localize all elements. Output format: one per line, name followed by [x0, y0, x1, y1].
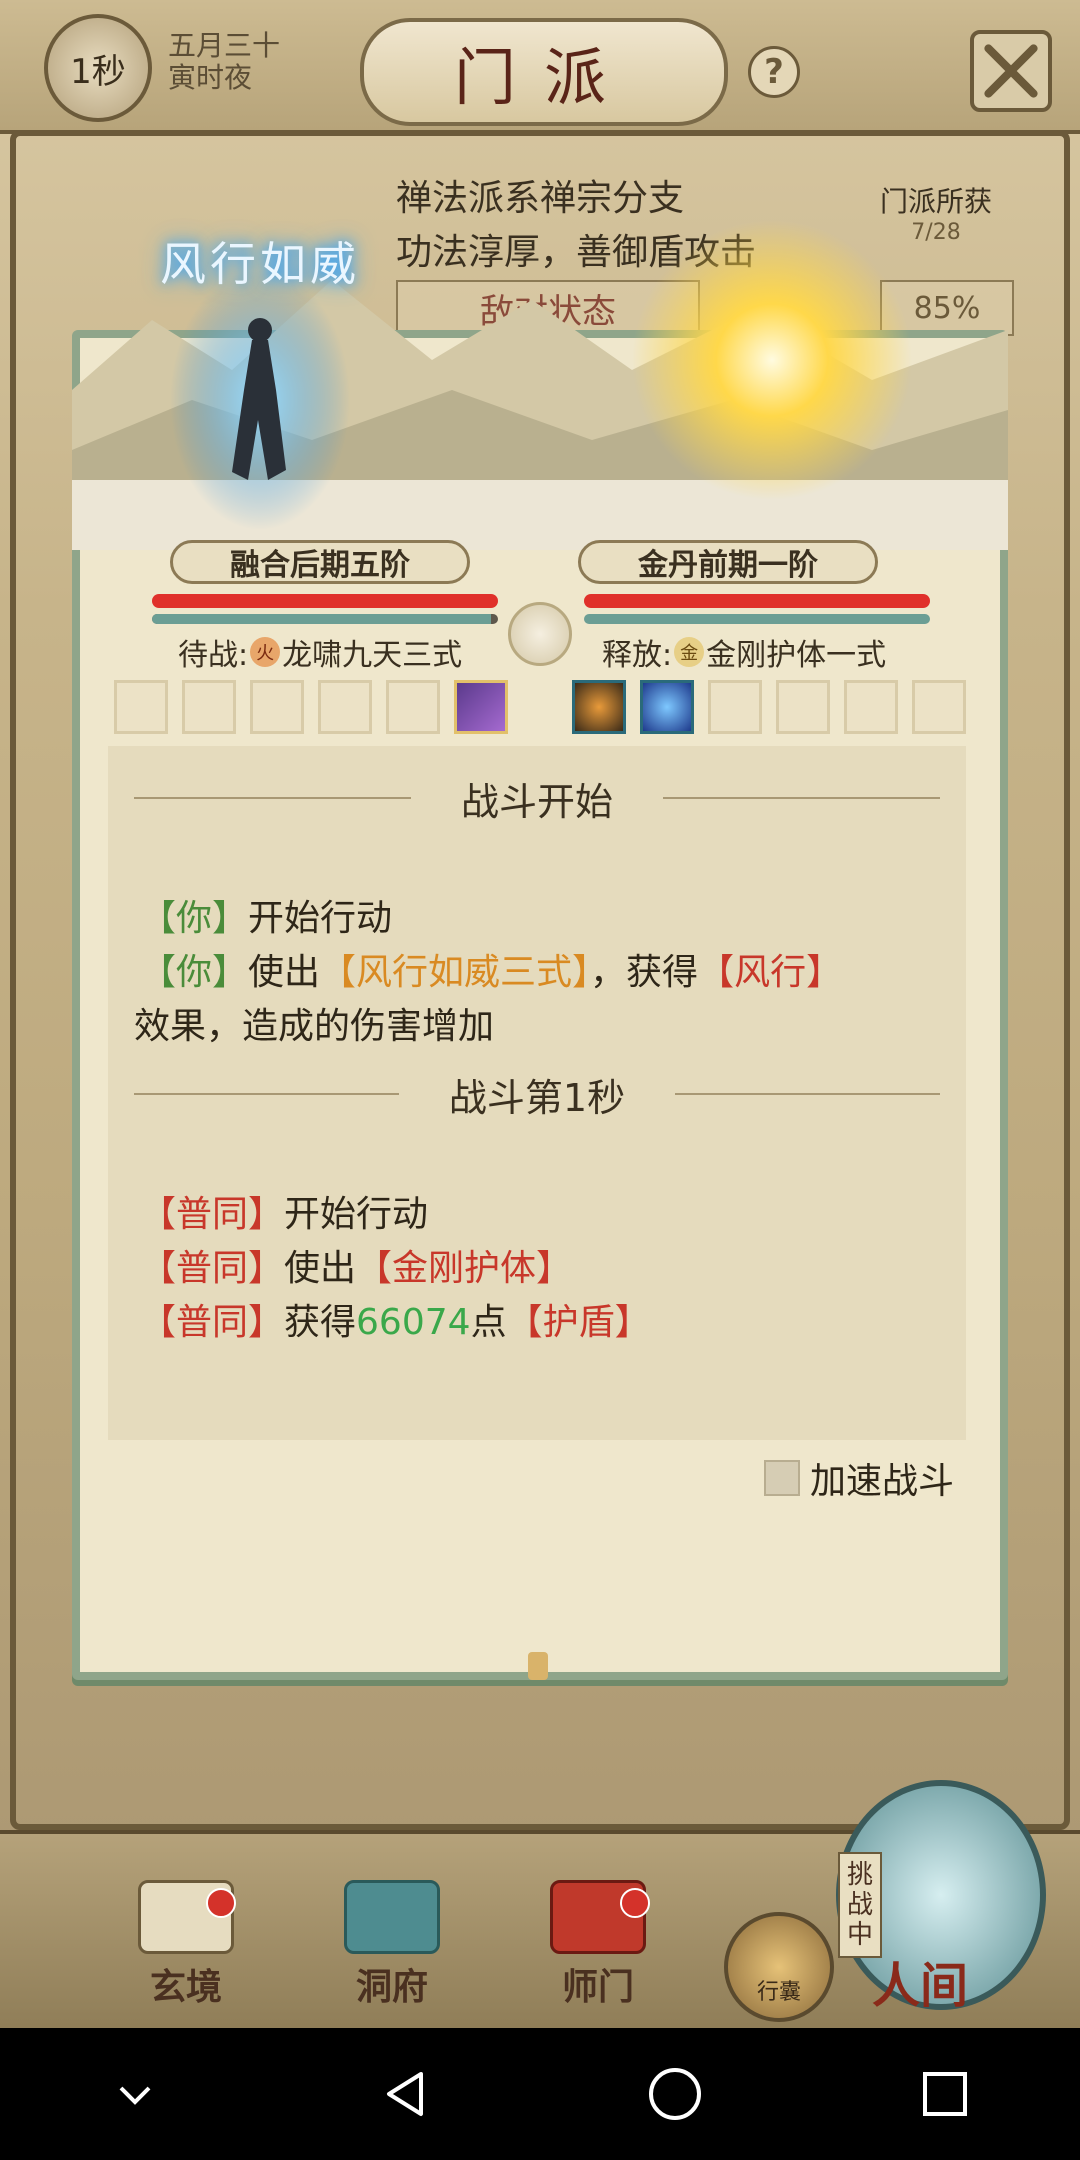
buff-slot[interactable] — [776, 680, 830, 734]
scroll-ornament — [528, 1652, 548, 1680]
help-button[interactable]: ? — [748, 46, 800, 98]
notification-dot — [206, 1888, 236, 1918]
notification-dot — [620, 1888, 650, 1918]
buff-slot[interactable] — [844, 680, 898, 734]
top-bar: 1秒 五月三十 寅时夜 门派 ? — [0, 0, 1080, 134]
log-section-header: 战斗开始 — [134, 776, 941, 824]
fire-element-icon: 火 — [250, 637, 281, 667]
player-mp-fill — [152, 614, 492, 624]
nav-dongfu[interactable]: 洞府 — [322, 1880, 462, 2010]
log-entry: 【普同】使出【金刚护体】 — [140, 1248, 573, 1289]
speed-up-label: 加速战斗 — [810, 1461, 955, 1502]
chevron-down-icon — [119, 2086, 151, 2105]
player-buff-slots — [114, 680, 508, 734]
enemy-skill-line: 释放: 金 金刚护体一式 — [602, 630, 886, 674]
enemy-skill-name: 金刚护体一式 — [706, 638, 887, 673]
vajra-skill-icon[interactable] — [572, 680, 626, 734]
buff-slot[interactable] — [182, 680, 236, 734]
wind-buff-icon[interactable] — [454, 680, 508, 734]
player-skill-prefix: 待战: — [178, 638, 249, 673]
log-entry: 【普同】获得66074点【护盾】 — [140, 1302, 651, 1343]
date-time: 寅时夜 — [168, 61, 253, 94]
log-section-header: 战斗第1秒 — [134, 1072, 940, 1120]
speed-up-toggle[interactable]: 加速战斗 — [764, 1452, 954, 1504]
pavilion-icon — [344, 1880, 440, 1954]
back-button[interactable] — [365, 2054, 445, 2134]
battle-scene — [72, 150, 1008, 550]
player-hp-fill — [152, 594, 498, 608]
buff-slot[interactable] — [708, 680, 762, 734]
challenge-status: 挑战中 — [838, 1852, 882, 1958]
world-label: 人间 — [872, 1958, 969, 2014]
enemy-mp-bar — [584, 614, 930, 624]
combat-log[interactable]: 战斗开始 【你】开始行动 【你】使出【风行如威三式】，获得【风行】 效果，造成的… — [108, 746, 966, 1440]
buff-slot[interactable] — [250, 680, 304, 734]
player-mp-bar — [152, 614, 498, 624]
nav-bag[interactable]: 行囊 — [724, 1912, 834, 2022]
close-button[interactable] — [970, 30, 1052, 112]
scene-art — [72, 220, 1008, 550]
close-icon — [984, 44, 1038, 98]
home-button[interactable] — [635, 2054, 715, 2134]
collapse-button[interactable] — [95, 2054, 175, 2134]
speed-up-checkbox[interactable] — [764, 1460, 800, 1496]
system-nav-bar — [0, 2028, 1080, 2160]
recents-icon — [923, 2072, 967, 2116]
player-hp-bar — [152, 594, 498, 608]
log-entry: 【普同】开始行动 — [140, 1194, 429, 1235]
enemy-mp-fill — [584, 614, 930, 624]
bag-label: 行囊 — [756, 1980, 801, 2005]
date-day: 五月三十 — [168, 29, 281, 62]
shield-buff-icon[interactable] — [640, 680, 694, 734]
enemy-hp-bar — [584, 594, 930, 608]
game-date: 五月三十 寅时夜 — [168, 30, 280, 94]
player-skill-name: 龙啸九天三式 — [282, 638, 463, 673]
enemy-buff-slots — [572, 680, 966, 734]
enemy-realm: 金丹前期一阶 — [578, 540, 878, 584]
buff-slot[interactable] — [114, 680, 168, 734]
gold-element-icon: 金 — [674, 637, 705, 667]
player-skill-line: 待战: 火 龙啸九天三式 — [178, 630, 462, 674]
back-icon — [387, 2072, 423, 2116]
home-icon — [649, 2068, 701, 2120]
player-realm: 融合后期五阶 — [170, 540, 470, 584]
log-entry: 【你】使出【风行如威三式】，获得【风行】 效果，造成的伤害增加 — [134, 952, 843, 1047]
enemy-golden-aura — [632, 220, 912, 500]
log-entry: 【你】开始行动 — [140, 898, 393, 939]
buff-slot[interactable] — [912, 680, 966, 734]
skill-cast-banner: 风行如威 — [160, 237, 360, 291]
buff-slot[interactable] — [386, 680, 440, 734]
enemy-hp-fill — [584, 594, 930, 608]
battle-seconds-badge: 1秒 — [44, 14, 152, 122]
yin-yang-icon — [508, 602, 572, 666]
recents-button[interactable] — [905, 2054, 985, 2134]
page-title: 门派 — [360, 18, 728, 126]
buff-slot[interactable] — [318, 680, 372, 734]
enemy-skill-prefix: 释放: — [602, 638, 673, 673]
